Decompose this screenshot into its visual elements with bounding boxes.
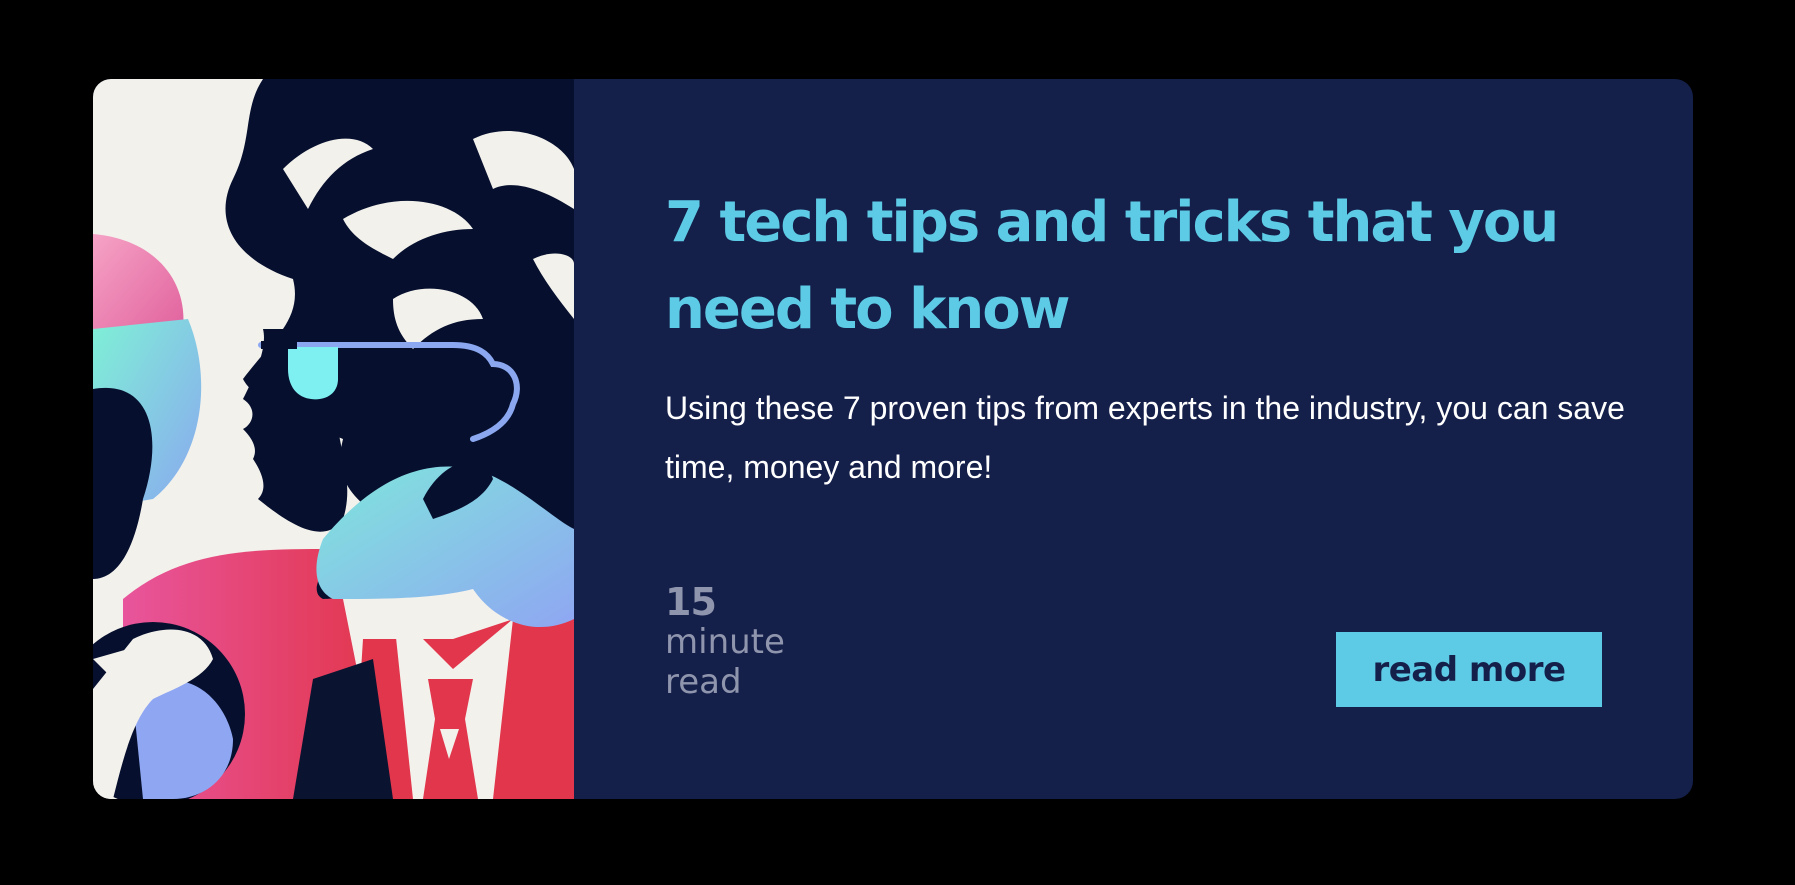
article-card: 7 tech tips and tricks that you need to …	[93, 79, 1693, 799]
read-time: 15 minute read	[665, 582, 785, 702]
read-more-button[interactable]: read more	[1336, 632, 1602, 707]
article-title: 7 tech tips and tricks that you need to …	[665, 190, 1559, 342]
read-time-unit-line2: read	[665, 662, 742, 702]
article-illustration	[93, 79, 574, 799]
read-time-number: 15	[665, 580, 717, 624]
article-description: Using these 7 proven tips from experts i…	[665, 390, 1625, 485]
read-time-unit-line1: minute	[665, 622, 785, 662]
card-content: 7 tech tips and tricks that you need to …	[574, 79, 1693, 799]
person-with-sunglasses-illustration	[93, 79, 574, 799]
